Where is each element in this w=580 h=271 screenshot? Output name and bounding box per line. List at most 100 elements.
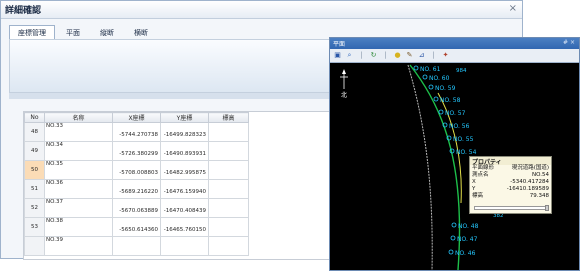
x-coordinate[interactable]: -5726.380299 <box>112 141 161 161</box>
refresh-icon[interactable]: ↻ <box>369 51 378 60</box>
station-marker[interactable] <box>450 235 456 241</box>
x-coordinate[interactable]: -5670.063889 <box>112 198 161 218</box>
table-row[interactable]: NO.39 <box>24 236 249 256</box>
station-name[interactable]: NO.38 <box>44 217 113 237</box>
main-window-title: 詳細確認 <box>5 6 42 16</box>
station-name[interactable]: NO.37 <box>44 198 113 218</box>
station-marker[interactable] <box>451 222 457 228</box>
x-coordinate[interactable] <box>112 236 161 256</box>
property-value: NO.54 <box>532 172 549 178</box>
coordinate-grid[interactable]: No 名称 X座標 Y座標 標高 48 NO.33 -5744.270738 -… <box>23 111 333 260</box>
station-label: NO. 59 <box>435 85 456 92</box>
tab-profile[interactable]: 縦断 <box>91 25 123 39</box>
plan-window-title: 平面 <box>333 41 346 48</box>
column-header-no[interactable]: No <box>24 112 45 123</box>
station-label: NO. 54 <box>456 149 477 156</box>
y-coordinate[interactable]: -16490.893931 <box>160 141 209 161</box>
elevation[interactable] <box>208 122 249 142</box>
station-label: NO. 55 <box>453 136 474 143</box>
x-coordinate[interactable]: -5708.008803 <box>112 160 161 180</box>
main-title-bar: 詳細確認 × <box>1 1 522 19</box>
property-row: 標高 79.348 <box>470 193 551 200</box>
property-key: X <box>472 179 476 185</box>
tab-strip: 座標管理 平面 縦断 横断 <box>9 25 157 39</box>
measure-icon[interactable]: ⊿ <box>417 51 426 60</box>
column-header-y[interactable]: Y座標 <box>160 112 209 123</box>
road-edge-line <box>407 64 433 270</box>
station-label: NO. 56 <box>449 123 470 130</box>
property-row: 測点名 NO.54 <box>470 172 551 179</box>
table-row[interactable]: 51 NO.36 -5689.216220 -16476.159940 <box>24 179 249 199</box>
station-label: NO. 48 <box>458 223 479 230</box>
y-coordinate[interactable]: -16476.159940 <box>160 179 209 199</box>
plan-title-bar[interactable]: 平面 # × <box>330 38 579 49</box>
elevation[interactable] <box>208 141 249 161</box>
tab-plan[interactable]: 平面 <box>57 25 89 39</box>
save-icon[interactable]: ▣ <box>333 51 342 60</box>
property-value: 79.348 <box>529 193 549 199</box>
station-marker[interactable] <box>438 109 444 115</box>
column-header-elevation[interactable]: 標高 <box>208 112 249 123</box>
plan-window-controls[interactable]: # × <box>563 39 575 46</box>
north-label: 北 <box>341 91 347 99</box>
row-number: 48 <box>24 122 45 142</box>
y-coordinate[interactable]: -16470.408439 <box>160 198 209 218</box>
table-row[interactable]: 49 NO.34 -5726.380299 -16490.893931 <box>24 141 249 161</box>
station-name[interactable]: NO.34 <box>44 141 113 161</box>
elevation[interactable] <box>208 236 249 256</box>
alignment-line <box>409 64 461 270</box>
table-row[interactable]: 53 NO.38 -5650.614360 -16465.760150 <box>24 217 249 237</box>
y-coordinate[interactable]: -16499.828323 <box>160 122 209 142</box>
station-name[interactable]: NO.33 <box>44 122 113 142</box>
table-row-selected[interactable]: 50 NO.35 -5708.008803 -16482.995875 <box>24 160 249 180</box>
column-header-name[interactable]: 名称 <box>44 112 113 123</box>
station-marker[interactable] <box>448 249 454 255</box>
station-name[interactable]: NO.39 <box>44 236 113 256</box>
property-key: Y <box>472 186 476 192</box>
property-row: X -5340.417284 <box>470 179 551 186</box>
table-row[interactable]: 52 NO.37 -5670.063889 -16470.408439 <box>24 198 249 218</box>
close-icon[interactable]: × <box>509 3 517 14</box>
slider-handle[interactable] <box>545 205 549 211</box>
x-coordinate[interactable]: -5689.216220 <box>112 179 161 199</box>
x-coordinate[interactable]: -5744.270738 <box>112 122 161 142</box>
elevation[interactable] <box>208 198 249 218</box>
station-name[interactable]: NO.35 <box>44 160 113 180</box>
y-coordinate[interactable] <box>160 236 209 256</box>
station-label: NO. 57 <box>445 110 466 117</box>
north-arrow-icon: 北 <box>340 69 348 99</box>
plan-toolbar: ▣ ⌕ | ↻ | ● ✎ ⊿ | ✦ <box>330 49 579 63</box>
station-label: NO. 46 <box>455 250 476 257</box>
station-marker[interactable] <box>433 96 439 102</box>
properties-panel: プロパティ 平面線形 現況道路(国道) 測点名 NO.54 X -5340.41728… <box>469 156 552 214</box>
station-name[interactable]: NO.36 <box>44 179 113 199</box>
station-marker[interactable] <box>413 65 419 71</box>
divider-icon: | <box>384 51 387 59</box>
station-label: NO. 61 <box>420 66 441 73</box>
y-coordinate[interactable]: -16482.995875 <box>160 160 209 180</box>
settings-icon[interactable]: ✦ <box>441 51 450 60</box>
property-value: -16410.189589 <box>506 186 549 192</box>
zoom-icon[interactable]: ⌕ <box>345 51 354 60</box>
station-label: NO. 58 <box>440 97 461 104</box>
tab-coordinate-management[interactable]: 座標管理 <box>9 25 55 39</box>
station-marker[interactable] <box>422 74 428 80</box>
tab-cross-section[interactable]: 横断 <box>125 25 157 39</box>
elevation[interactable] <box>208 217 249 237</box>
properties-title: プロパティ <box>470 157 551 166</box>
x-coordinate[interactable]: -5650.614360 <box>112 217 161 237</box>
table-row[interactable]: 48 NO.33 -5744.270738 -16499.828323 <box>24 122 249 142</box>
property-key: 標高 <box>472 193 484 199</box>
station-marker[interactable] <box>428 84 434 90</box>
pencil-icon[interactable]: ✎ <box>405 51 414 60</box>
transparency-slider[interactable] <box>474 206 549 210</box>
elevation[interactable] <box>208 160 249 180</box>
property-row: Y -16410.189589 <box>470 186 551 193</box>
y-coordinate[interactable]: -16465.760150 <box>160 217 209 237</box>
property-key: 平面線形 <box>472 165 495 171</box>
elevation[interactable] <box>208 179 249 199</box>
plan-window[interactable]: 平面 # × ▣ ⌕ | ↻ | ● ✎ ⊿ | ✦ 北 NO. 61 NO. 6… <box>329 37 580 271</box>
bulb-icon[interactable]: ● <box>393 51 402 60</box>
column-header-x[interactable]: X座標 <box>112 112 161 123</box>
divider-icon: | <box>432 51 435 59</box>
